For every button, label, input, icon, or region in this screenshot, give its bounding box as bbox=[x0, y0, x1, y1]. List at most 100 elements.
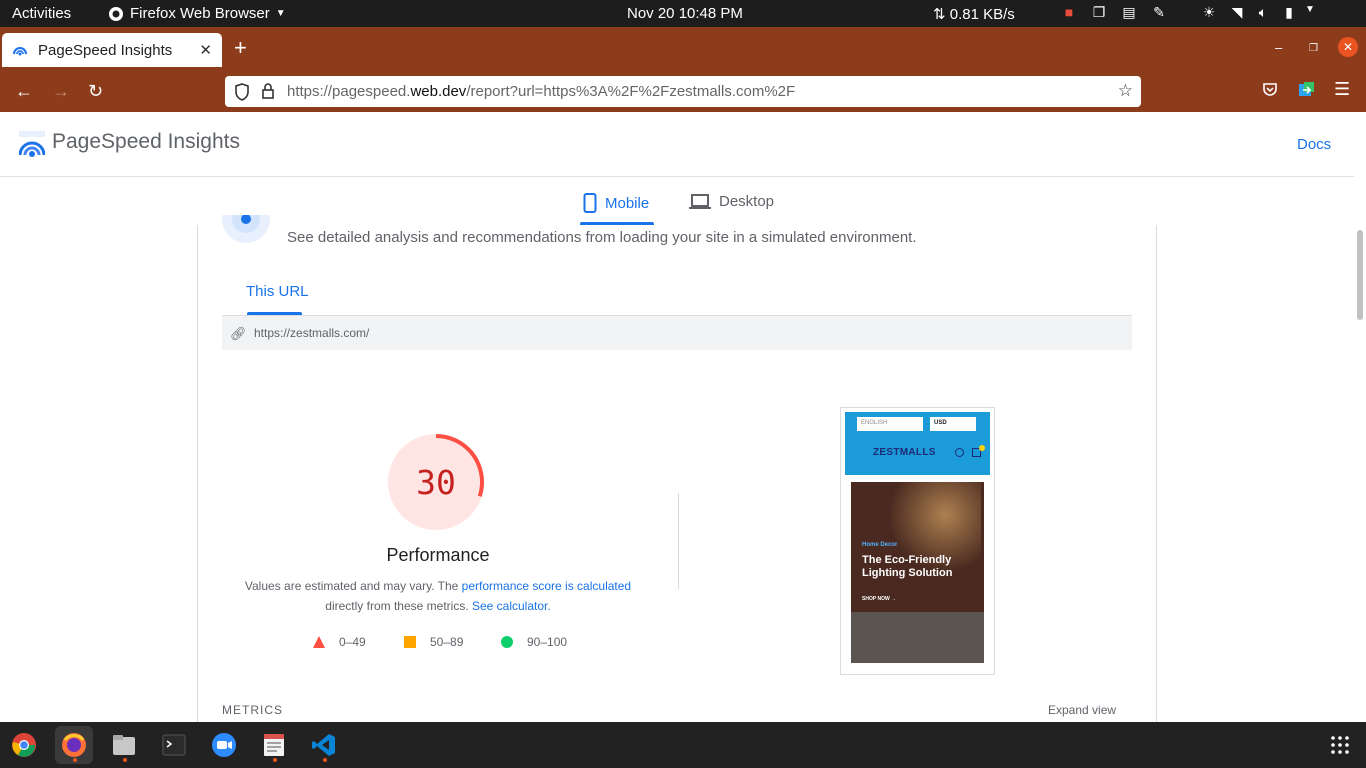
cart-badge bbox=[979, 445, 985, 451]
score-calculated-link[interactable]: performance score is calculated bbox=[462, 579, 631, 593]
color-picker-icon[interactable]: ✎ bbox=[1144, 4, 1174, 21]
scrollbar-thumb[interactable] bbox=[1357, 230, 1363, 320]
lock-icon[interactable] bbox=[261, 82, 275, 100]
note-text-2: directly from these metrics. bbox=[325, 599, 472, 613]
tab-pagespeed[interactable]: PageSpeed Insights ✕ bbox=[2, 33, 222, 67]
legend-fail-label: 0–49 bbox=[339, 635, 366, 649]
extension-icon[interactable] bbox=[1298, 81, 1316, 99]
note-text: Values are estimated and may vary. The bbox=[244, 579, 462, 593]
battery-icon[interactable]: ▮ bbox=[1276, 4, 1302, 21]
tab-mobile[interactable]: Mobile bbox=[583, 193, 649, 213]
new-tab-button[interactable]: + bbox=[234, 37, 247, 59]
triangle-icon bbox=[313, 636, 325, 648]
tab-this-url[interactable]: This URL bbox=[246, 283, 309, 300]
clipboard-icon[interactable]: ▤ bbox=[1114, 4, 1144, 21]
screenshot-language-select: ENGLISH bbox=[857, 417, 923, 431]
square-icon bbox=[404, 636, 416, 648]
url-path: /report?url=https%3A%2F%2Fzestmalls.com%… bbox=[466, 83, 796, 100]
minimize-window-icon[interactable]: – bbox=[1275, 40, 1282, 55]
screen-icon[interactable]: ❐ bbox=[1084, 4, 1114, 21]
close-window-button[interactable]: ✕ bbox=[1338, 37, 1358, 57]
camera-icon[interactable]: ■ bbox=[1054, 4, 1084, 21]
taskbar-dock bbox=[0, 722, 1366, 768]
page-title[interactable]: PageSpeed Insights bbox=[52, 130, 240, 154]
circle-icon bbox=[501, 636, 513, 648]
performance-score: 30 bbox=[416, 463, 456, 502]
text-editor-icon[interactable] bbox=[255, 726, 293, 764]
reload-button[interactable]: ↻ bbox=[88, 81, 103, 102]
pocket-icon[interactable] bbox=[1262, 81, 1278, 97]
system-tray[interactable]: ■ ❐ ▤ ✎ ☀ ◥ 🔈︎ ▮ ▼ bbox=[1054, 4, 1318, 21]
page-scrollbar[interactable] bbox=[1354, 112, 1366, 722]
clock[interactable]: Nov 20 10:48 PM bbox=[627, 5, 743, 22]
legend-pass: 90–100 bbox=[501, 635, 567, 649]
screenshot-brand-logo: ZESTMALLS bbox=[873, 447, 936, 458]
whatsapp-icon bbox=[955, 448, 964, 457]
zoom-icon[interactable] bbox=[205, 726, 243, 764]
legend-average: 50–89 bbox=[404, 635, 463, 649]
pagespeed-logo-icon[interactable] bbox=[19, 131, 45, 157]
brightness-icon[interactable]: ☀ bbox=[1194, 4, 1224, 21]
tab-title: PageSpeed Insights bbox=[38, 41, 173, 59]
firefox-small-icon bbox=[109, 6, 123, 21]
app-menu-label: Firefox Web Browser bbox=[130, 5, 270, 22]
app-menu[interactable]: Firefox Web Browser ▼ bbox=[108, 5, 286, 22]
screenshot-hero: Home Decor The Eco-Friendly Lighting Sol… bbox=[851, 482, 984, 663]
hero-headline: The Eco-Friendly Lighting Solution bbox=[862, 554, 953, 579]
psi-header: PageSpeed Insights Docs bbox=[0, 112, 1354, 177]
forward-button[interactable]: → bbox=[52, 81, 70, 102]
hamburger-menu-icon[interactable]: ☰ bbox=[1334, 79, 1350, 100]
url-prefix: https://pagespeed. bbox=[287, 83, 411, 100]
chevron-down-icon: ▼ bbox=[275, 8, 286, 19]
wifi-icon[interactable]: ◥ bbox=[1224, 4, 1250, 21]
power-chevron-icon[interactable]: ▼ bbox=[1302, 4, 1318, 21]
screenshot-currency-select: USD bbox=[930, 417, 976, 431]
pagespeed-favicon-icon bbox=[13, 47, 27, 56]
report-card: See detailed analysis and recommendation… bbox=[197, 215, 1157, 722]
docs-link[interactable]: Docs bbox=[1297, 136, 1331, 153]
bookmark-star-icon[interactable]: ☆ bbox=[1118, 81, 1133, 101]
terminal-icon[interactable] bbox=[155, 726, 193, 764]
running-indicator bbox=[273, 758, 277, 762]
vscode-icon[interactable] bbox=[305, 726, 343, 764]
url-bar[interactable]: https://pagespeed.web.dev/report?url=htt… bbox=[225, 76, 1141, 107]
hero-cta: SHOP NOW → bbox=[862, 596, 897, 602]
subtitle: See detailed analysis and recommendation… bbox=[287, 229, 917, 246]
phone-icon bbox=[583, 193, 597, 213]
firefox-icon[interactable] bbox=[55, 726, 93, 764]
tracking-shield-icon[interactable] bbox=[234, 83, 250, 101]
hero-sofa bbox=[851, 612, 984, 663]
see-calculator-link[interactable]: See calculator. bbox=[472, 599, 551, 613]
restore-window-icon[interactable]: ❐ bbox=[1309, 43, 1318, 54]
hero-kicker: Home Decor bbox=[862, 542, 898, 548]
page-viewport: PageSpeed Insights Docs Mobile Desktop S… bbox=[0, 112, 1366, 722]
network-speed: ⇅ 0.81 KB/s bbox=[933, 6, 1015, 23]
tested-url-row: 🔗︎ https://zestmalls.com/ bbox=[222, 316, 1132, 350]
expand-view-toggle[interactable]: Expand view bbox=[1048, 703, 1116, 717]
screenshot-header: ENGLISH USD ZESTMALLS bbox=[845, 412, 990, 475]
running-indicator bbox=[73, 758, 77, 762]
close-tab-icon[interactable]: ✕ bbox=[199, 41, 212, 59]
files-icon[interactable] bbox=[105, 726, 143, 764]
vertical-divider bbox=[678, 493, 679, 589]
final-screenshot: ENGLISH USD ZESTMALLS Home Decor The Eco… bbox=[840, 407, 995, 675]
tab-strip: PageSpeed Insights ✕ + – ❐ ✕ bbox=[0, 27, 1366, 71]
running-indicator bbox=[123, 758, 127, 762]
volume-icon[interactable]: 🔈︎ bbox=[1250, 4, 1276, 21]
legend-average-label: 50–89 bbox=[430, 635, 464, 649]
back-button[interactable]: ← bbox=[15, 81, 33, 102]
tab-mobile-label: Mobile bbox=[605, 194, 650, 212]
url-text[interactable]: https://pagespeed.web.dev/report?url=htt… bbox=[287, 83, 795, 100]
performance-note: Values are estimated and may vary. The p… bbox=[232, 576, 644, 616]
metrics-heading: METRICS bbox=[222, 703, 283, 717]
tested-url[interactable]: https://zestmalls.com/ bbox=[254, 326, 369, 340]
laptop-icon bbox=[689, 193, 711, 209]
device-tabs: Mobile Desktop bbox=[0, 177, 1354, 225]
chrome-icon[interactable] bbox=[5, 726, 43, 764]
activities-button[interactable]: Activities bbox=[12, 5, 71, 22]
link-icon: 🔗︎ bbox=[230, 326, 247, 341]
show-applications-icon[interactable] bbox=[1330, 735, 1350, 755]
tab-desktop-label: Desktop bbox=[719, 193, 775, 210]
legend-fail: 0–49 bbox=[313, 635, 366, 649]
tab-desktop[interactable]: Desktop bbox=[689, 193, 774, 210]
